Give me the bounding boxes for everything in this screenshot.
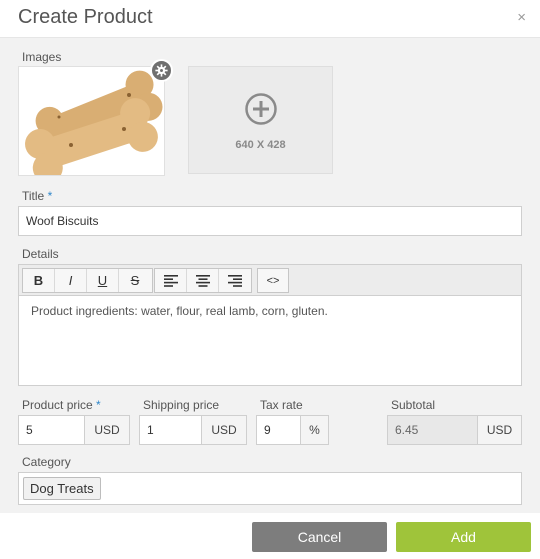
image-dimensions: 640 X 428 [235,139,286,151]
close-icon[interactable]: × [517,9,526,26]
title-label: Title * [22,189,52,203]
required-mark: * [47,189,53,203]
code-group: <> [257,268,289,293]
title-label-text: Title [22,189,45,203]
details-content: Product ingredients: water, flour, real … [31,304,328,318]
align-right-icon[interactable] [219,269,251,292]
details-label: Details [22,247,59,261]
product-price-currency: USD [84,415,130,445]
align-left-icon[interactable] [155,269,187,292]
product-image[interactable] [18,66,165,176]
product-price-label-text: Product price [22,398,93,412]
plus-circle-icon [245,93,277,125]
category-tag[interactable]: Dog Treats [23,477,101,500]
strikethrough-button[interactable]: S [119,269,151,292]
details-editor[interactable]: Product ingredients: water, flour, real … [18,295,522,386]
code-view-button[interactable]: <> [258,269,288,292]
underline-button[interactable]: U [87,269,119,292]
product-price-input[interactable]: 5 [18,415,85,445]
create-product-dialog: Create Product × Images 640 X 428 Title … [0,0,540,559]
dialog-body: Images 640 X 428 Title * Woof Biscuits D… [0,38,540,513]
dialog-header: Create Product × [0,0,540,38]
dialog-footer: Cancel Add [0,513,540,559]
add-image-tile[interactable]: 640 X 428 [188,66,333,174]
gear-icon[interactable] [150,59,173,82]
add-button[interactable]: Add [396,522,531,552]
shipping-price-currency: USD [201,415,247,445]
editor-toolbar: B I U S <> [18,264,522,295]
shipping-price-input[interactable]: 1 [139,415,202,445]
italic-button[interactable]: I [55,269,87,292]
bold-button[interactable]: B [23,269,55,292]
category-label: Category [22,455,71,469]
tax-rate-input[interactable]: 9 [256,415,301,445]
align-group [154,268,252,293]
images-label: Images [22,50,62,64]
subtotal-currency: USD [477,415,522,445]
cancel-button[interactable]: Cancel [252,522,387,552]
title-input[interactable]: Woof Biscuits [18,206,522,236]
product-price-label: Product price * [22,398,101,412]
subtotal-field: 6.45 [387,415,478,445]
dialog-title: Create Product [18,6,153,28]
subtotal-label: Subtotal [391,398,436,412]
align-center-icon[interactable] [187,269,219,292]
dog-biscuit-image [19,67,164,175]
tax-rate-label: Tax rate [260,398,303,412]
format-group: B I U S [22,268,153,293]
tax-rate-percent: % [300,415,329,445]
required-mark: * [96,398,101,412]
shipping-price-label: Shipping price [143,398,220,412]
